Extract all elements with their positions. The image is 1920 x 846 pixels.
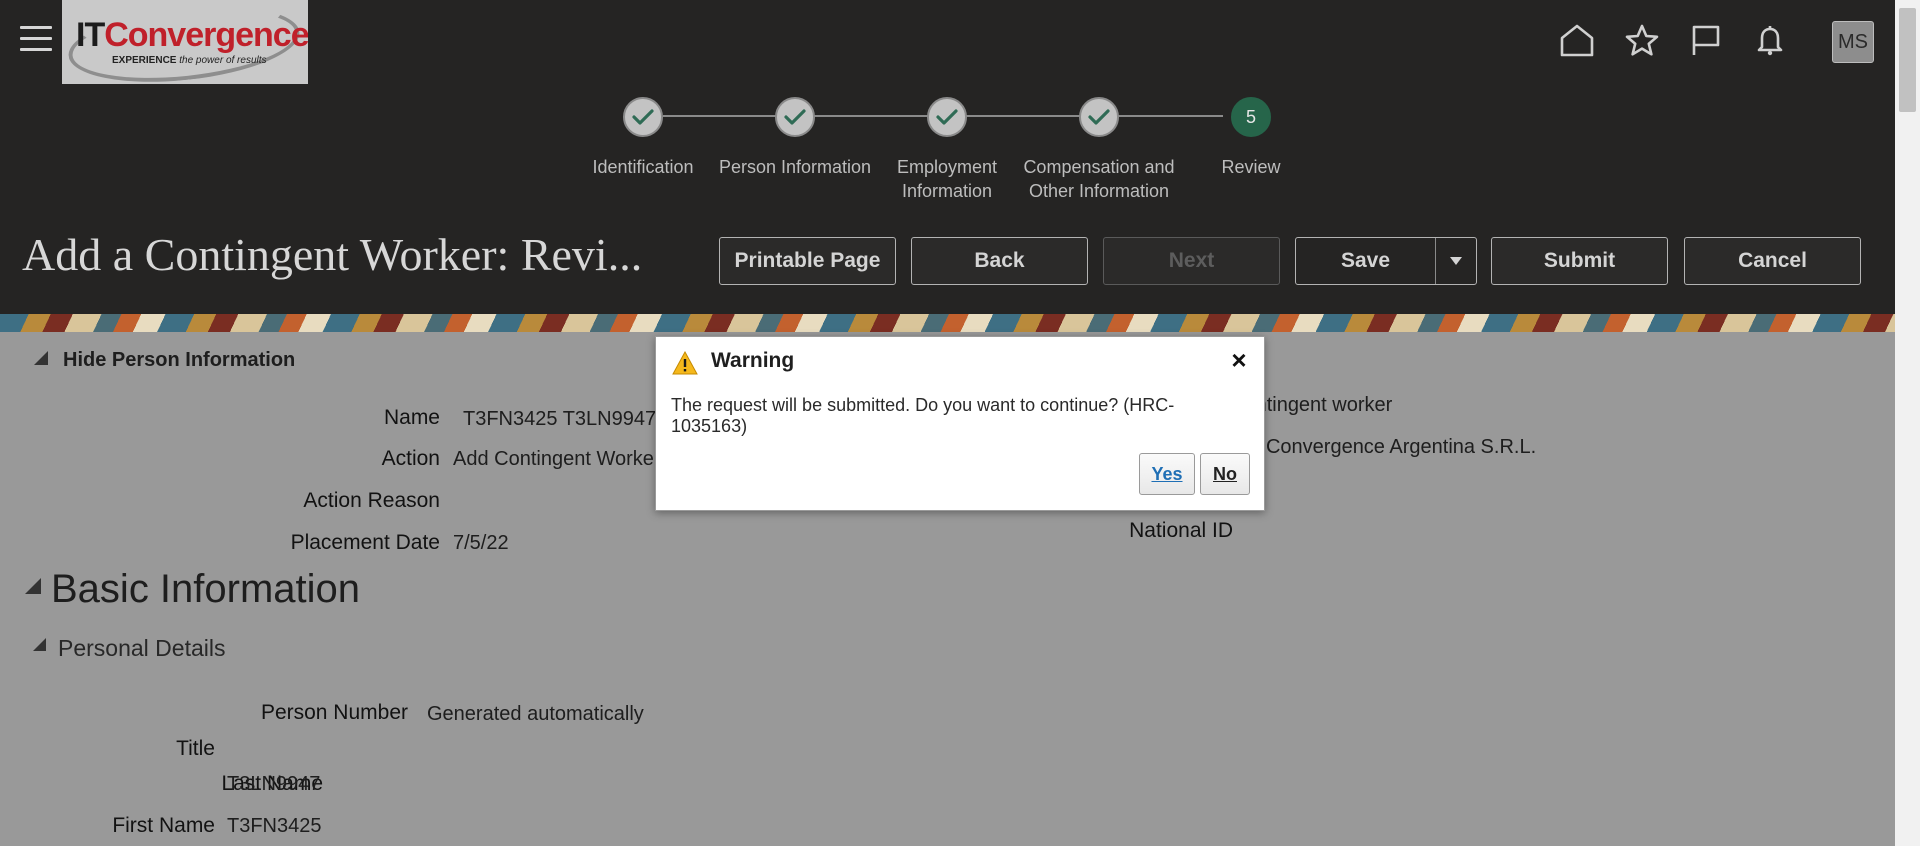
save-split-button: Save	[1295, 237, 1477, 285]
chevron-down-icon	[1450, 257, 1462, 265]
next-button[interactable]: Next	[1103, 237, 1280, 285]
logo-wordmark: ITConvergence	[76, 16, 308, 54]
submit-button[interactable]: Submit	[1491, 237, 1668, 285]
train-stop-review[interactable]: 5	[1231, 97, 1271, 137]
dialog-message: The request will be submitted. Do you wa…	[671, 395, 1175, 436]
train-label-person-information[interactable]: Person Information	[715, 155, 875, 179]
save-button[interactable]: Save	[1296, 238, 1436, 284]
train-stop-compensation[interactable]	[1079, 97, 1119, 137]
hamburger-menu-icon[interactable]	[20, 26, 52, 56]
close-icon[interactable]: ×	[1226, 347, 1252, 373]
star-icon[interactable]	[1622, 20, 1662, 60]
save-dropdown-button[interactable]	[1436, 238, 1476, 284]
train-label-review[interactable]: Review	[1171, 155, 1331, 179]
logo-tagline: EXPERIENCE the power of results	[112, 55, 267, 66]
page-title: Add a Contingent Worker: Revi...	[22, 229, 643, 280]
train-label-compensation[interactable]: Compensation and Other Information	[1019, 155, 1179, 203]
scrollbar-thumb[interactable]	[1899, 8, 1916, 112]
dialog-title: Warning	[711, 349, 795, 372]
decorative-banner	[0, 314, 1895, 332]
home-icon[interactable]	[1557, 20, 1597, 60]
cancel-button[interactable]: Cancel	[1684, 237, 1861, 285]
printable-page-button[interactable]: Printable Page	[719, 237, 896, 285]
check-icon	[936, 109, 958, 125]
train-stop-person-information[interactable]	[775, 97, 815, 137]
app-header: ITConvergence EXPERIENCE the power of re…	[0, 0, 1895, 314]
check-icon	[632, 109, 654, 125]
train-label-employment-information[interactable]: Employment Information	[867, 155, 1027, 203]
train-stop-identification[interactable]	[623, 97, 663, 137]
page-scrollbar[interactable]	[1895, 0, 1920, 846]
user-avatar[interactable]: MS	[1832, 21, 1874, 63]
warning-icon	[672, 351, 698, 375]
yes-button[interactable]: Yes	[1139, 453, 1195, 495]
flag-icon[interactable]	[1686, 20, 1726, 60]
train-label-identification[interactable]: Identification	[563, 155, 723, 179]
company-logo[interactable]: ITConvergence EXPERIENCE the power of re…	[62, 0, 308, 84]
check-icon	[1088, 109, 1110, 125]
check-icon	[784, 109, 806, 125]
warning-dialog: Warning × The request will be submitted.…	[655, 336, 1265, 511]
no-button[interactable]: No	[1200, 453, 1250, 495]
back-button[interactable]: Back	[911, 237, 1088, 285]
bell-icon[interactable]	[1750, 20, 1790, 60]
train-stop-employment-information[interactable]	[927, 97, 967, 137]
